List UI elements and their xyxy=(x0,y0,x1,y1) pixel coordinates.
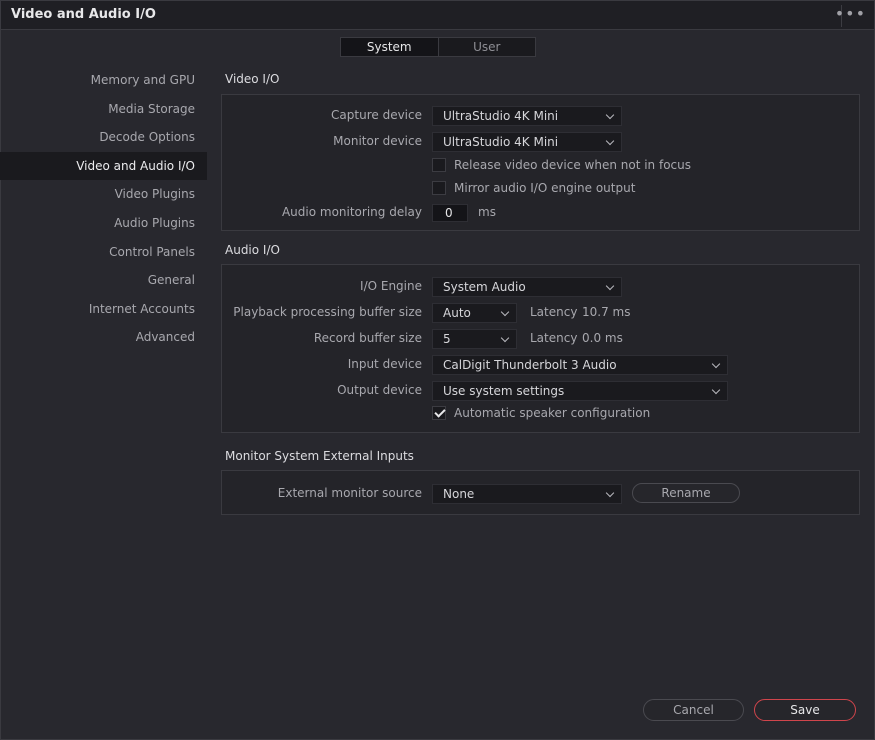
chevron-down-icon xyxy=(711,385,721,395)
external-inputs-title: Monitor System External Inputs xyxy=(225,449,414,463)
sidebar-item-decode-options[interactable]: Decode Options xyxy=(0,123,207,152)
input-device-label: Input device xyxy=(347,357,422,371)
system-user-toggle: System User xyxy=(340,37,536,57)
tab-system[interactable]: System xyxy=(341,38,439,56)
io-engine-value: System Audio xyxy=(443,280,526,294)
sidebar-item-internet-accounts[interactable]: Internet Accounts xyxy=(0,295,207,324)
sidebar-item-video-and-audio-io[interactable]: Video and Audio I/O xyxy=(0,151,207,181)
record-buffer-dropdown[interactable]: 5 xyxy=(432,329,517,349)
chevron-down-icon xyxy=(500,333,510,343)
save-button[interactable]: Save xyxy=(754,699,856,721)
playback-buffer-value: Auto xyxy=(443,306,471,320)
chevron-down-icon xyxy=(605,488,615,498)
playback-latency-value: 10.7 ms xyxy=(582,305,631,319)
capture-device-label: Capture device xyxy=(331,108,422,122)
sidebar-item-advanced[interactable]: Advanced xyxy=(0,323,207,352)
sidebar-item-general[interactable]: General xyxy=(0,266,207,295)
sidebar-item-memory-and-gpu[interactable]: Memory and GPU xyxy=(0,66,207,95)
chevron-down-icon xyxy=(500,307,510,317)
record-latency-label: Latency xyxy=(530,331,578,345)
title-bar: Video and Audio I/O ••• xyxy=(0,0,875,30)
record-buffer-label: Record buffer size xyxy=(313,331,422,345)
external-monitor-source-value: None xyxy=(443,487,475,501)
capture-device-value: UltraStudio 4K Mini xyxy=(443,109,559,123)
sidebar-item-media-storage[interactable]: Media Storage xyxy=(0,95,207,124)
audio-monitoring-delay-input[interactable]: 0 xyxy=(432,204,468,222)
monitor-device-label: Monitor device xyxy=(333,134,422,148)
auto-speaker-checkbox[interactable] xyxy=(432,406,446,420)
sidebar-item-video-plugins[interactable]: Video Plugins xyxy=(0,180,207,209)
output-device-dropdown[interactable]: Use system settings xyxy=(432,381,728,401)
mirror-audio-checkbox[interactable] xyxy=(432,181,446,195)
delay-unit: ms xyxy=(478,205,496,219)
chevron-down-icon xyxy=(605,281,615,291)
playback-latency-label: Latency xyxy=(530,305,578,319)
rename-button[interactable]: Rename xyxy=(632,483,740,503)
cancel-button[interactable]: Cancel xyxy=(643,699,744,721)
output-device-label: Output device xyxy=(337,383,422,397)
window-title: Video and Audio I/O xyxy=(11,7,156,22)
tab-user[interactable]: User xyxy=(439,38,536,56)
audio-io-panel: I/O Engine System Audio Playback process… xyxy=(221,264,860,433)
more-horizontal-icon[interactable]: ••• xyxy=(835,4,866,23)
external-inputs-panel: External monitor source None Rename xyxy=(221,470,860,515)
release-video-checkbox[interactable] xyxy=(432,158,446,172)
sidebar: Memory and GPU Media Storage Decode Opti… xyxy=(0,66,207,352)
monitor-device-dropdown[interactable]: UltraStudio 4K Mini xyxy=(432,132,622,152)
io-engine-dropdown[interactable]: System Audio xyxy=(432,277,622,297)
audio-io-title: Audio I/O xyxy=(225,243,280,257)
video-io-panel: Capture device UltraStudio 4K Mini Monit… xyxy=(221,94,860,231)
release-video-label: Release video device when not in focus xyxy=(454,158,691,172)
playback-buffer-dropdown[interactable]: Auto xyxy=(432,303,517,323)
record-buffer-value: 5 xyxy=(443,332,451,346)
external-monitor-source-dropdown[interactable]: None xyxy=(432,484,622,504)
sidebar-item-audio-plugins[interactable]: Audio Plugins xyxy=(0,209,207,238)
playback-buffer-label: Playback processing buffer size xyxy=(233,305,422,319)
io-engine-label: I/O Engine xyxy=(360,279,422,293)
chevron-down-icon xyxy=(605,110,615,120)
input-device-value: CalDigit Thunderbolt 3 Audio xyxy=(443,358,617,372)
external-monitor-source-label: External monitor source xyxy=(277,486,422,500)
capture-device-dropdown[interactable]: UltraStudio 4K Mini xyxy=(432,106,622,126)
record-latency-value: 0.0 ms xyxy=(582,331,623,345)
video-io-title: Video I/O xyxy=(225,72,280,86)
input-device-dropdown[interactable]: CalDigit Thunderbolt 3 Audio xyxy=(432,355,728,375)
chevron-down-icon xyxy=(711,359,721,369)
sidebar-item-control-panels[interactable]: Control Panels xyxy=(0,238,207,267)
chevron-down-icon xyxy=(605,136,615,146)
audio-monitoring-delay-label: Audio monitoring delay xyxy=(281,205,422,219)
mirror-audio-label: Mirror audio I/O engine output xyxy=(454,181,636,195)
auto-speaker-label: Automatic speaker configuration xyxy=(454,406,651,420)
monitor-device-value: UltraStudio 4K Mini xyxy=(443,135,559,149)
output-device-value: Use system settings xyxy=(443,384,565,398)
